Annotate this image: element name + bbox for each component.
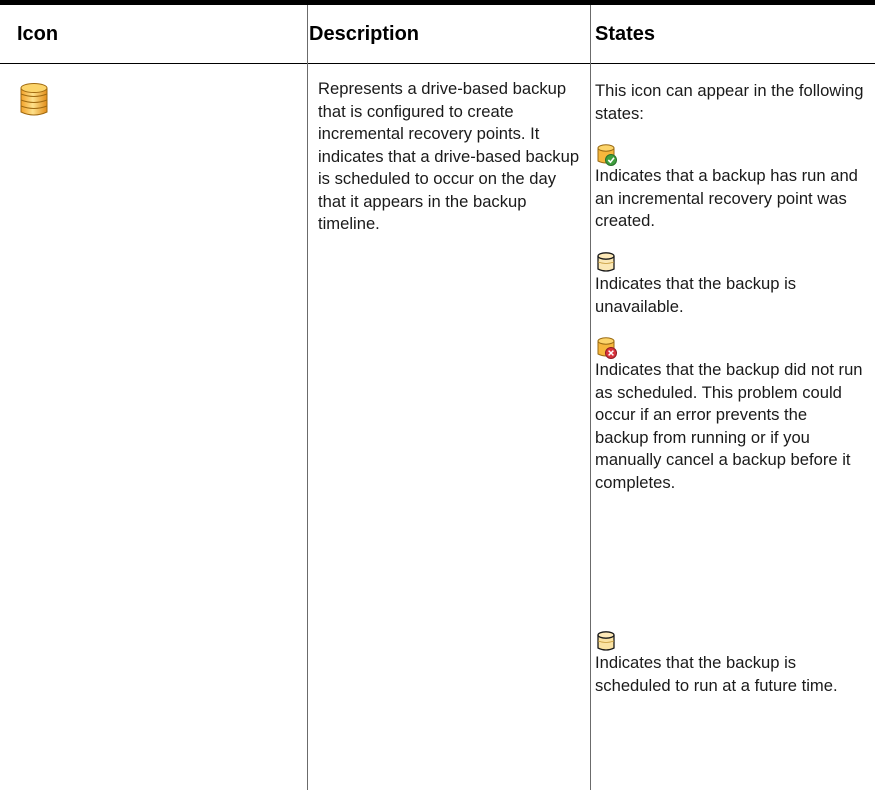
description-text: Represents a drive-based backup that is … xyxy=(318,79,580,233)
column-header-icon: Icon xyxy=(17,23,59,45)
database-incremental-icon xyxy=(19,82,49,118)
state-text: Indicates that the backup is scheduled t… xyxy=(595,653,838,695)
states-intro-text: This icon can appear in the following st… xyxy=(595,81,864,123)
icon-reference-table: Icon Description States Represents a dri… xyxy=(0,0,875,790)
table-header-rule xyxy=(0,63,875,64)
state-text: Indicates that the backup is unavailable… xyxy=(595,274,797,316)
column-header-description: Description xyxy=(309,23,420,45)
column-divider xyxy=(590,5,591,790)
database-scheduled-icon xyxy=(596,630,618,654)
database-success-icon xyxy=(596,143,618,167)
column-header-states: States xyxy=(595,23,656,45)
database-unavailable-icon xyxy=(596,251,618,275)
state-text: Indicates that a backup has run and an i… xyxy=(595,166,858,230)
table-top-rule xyxy=(0,0,875,5)
state-text: Indicates that the backup did not run as… xyxy=(595,360,863,492)
database-error-icon xyxy=(596,336,618,360)
column-divider xyxy=(307,5,308,790)
